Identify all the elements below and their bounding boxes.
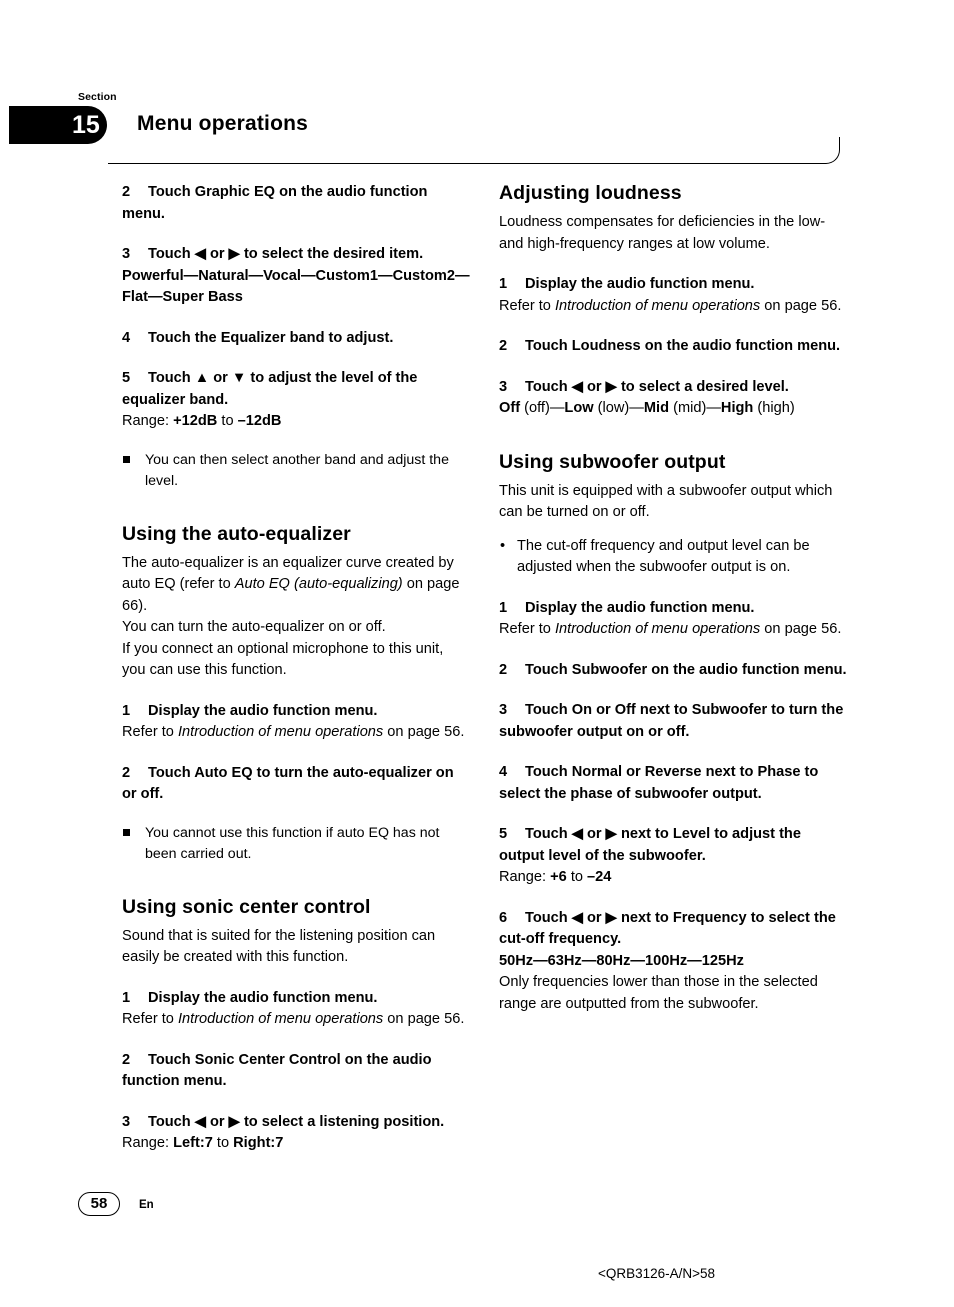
intro-paragraph: Loudness compensates for deficiencies in… (499, 214, 826, 252)
round-bullet-icon: • (500, 537, 506, 554)
refer-line: Refer to Introduction of menu operations… (122, 724, 465, 740)
step-item: 2 Touch Auto EQ to turn the auto-equalize… (122, 764, 454, 803)
page-number-badge: 58 (78, 1192, 120, 1216)
step-item: 1 Display the audio function menu. (122, 989, 378, 1006)
step-item: 2 Touch Loudness on the audio function me… (499, 338, 841, 354)
left-column: 2 Touch Graphic EQ on the audio function … (122, 182, 470, 1155)
intro-paragraph: This unit is equipped with a subwoofer o… (499, 482, 833, 521)
step-item: 1 Display the audio function menu. (122, 702, 378, 719)
note-item: You cannot use this function if auto EQ … (122, 823, 470, 865)
step-item: 4 Touch Normal or Reverse next to Phase t… (499, 764, 819, 802)
step-item: 5 Touch ▲ or ▼ to adjust the level of the… (122, 370, 418, 408)
option-list: Off (off)—Low (low)—Mid (mid)—High (high… (499, 400, 795, 416)
square-bullet-icon (123, 455, 130, 463)
document-code: <QRB3126-A/N>58 (598, 1266, 716, 1281)
square-bullet-icon (123, 828, 130, 836)
refer-line: Refer to Introduction of menu operations… (499, 297, 842, 314)
page-language: En (139, 1199, 154, 1211)
step-after-paragraph: Only frequencies lower than those in the… (499, 974, 818, 1012)
step-item: 4 Touch the Equalizer band to adjust. (122, 329, 394, 346)
step-item: 2 Touch Subwoofer on the audio function m… (499, 661, 847, 678)
note-item: You can then select another band and adj… (122, 450, 470, 492)
bullet-item: • The cut-off frequency and output level … (500, 537, 810, 576)
refer-line: Refer to Introduction of menu operations… (122, 1011, 465, 1027)
heading-adjusting-loudness: Adjusting loudness (499, 182, 682, 204)
range-line: Range: +12dB to –12dB (122, 413, 282, 429)
step-item: 6 Touch ◀ or ▶ next to Frequency to selec… (499, 909, 836, 948)
step-item: 2 Touch Graphic EQ on the audio function … (122, 184, 428, 222)
step-detail: Powerful—Natural—Vocal—Custom1—Custom2—F… (122, 267, 470, 306)
chapter-title: Menu operations (137, 112, 309, 135)
intro-paragraph: If you connect an optional microphone to… (122, 640, 444, 679)
range-line: Range: +6 to –24 (499, 869, 612, 885)
section-label: Section (78, 91, 117, 103)
step-item: 3 Touch ◀ or ▶ to select a desired level. (499, 378, 789, 395)
section-number: 15 (72, 111, 100, 139)
heading-using-sonic-center-control: Using sonic center control (122, 895, 371, 918)
refer-line: Refer to Introduction of menu operations… (499, 621, 842, 637)
step-item: 1 Display the audio function menu. (499, 599, 755, 616)
intro-paragraph: You can turn the auto-equalizer on or of… (122, 619, 386, 635)
heading-using-the-auto-equalizer: Using the auto-equalizer (122, 522, 351, 545)
step-detail: 50Hz—63Hz—80Hz—100Hz—125Hz (499, 952, 744, 969)
step-item: 3 Touch On or Off next to Subwoofer to tu… (499, 702, 844, 740)
right-column: Adjusting loudness Loudness compensates … (499, 182, 847, 1015)
step-item: 1 Display the audio function menu. (499, 276, 755, 292)
step-item: 3 Touch ◀ or ▶ to select a listening posi… (122, 1113, 445, 1130)
step-item: 3 Touch ◀ or ▶ to select the desired item… (122, 246, 424, 262)
range-line: Range: Left:7 to Right:7 (122, 1135, 284, 1151)
heading-using-subwoofer-output: Using subwoofer output (499, 450, 726, 473)
step-item: 2 Touch Sonic Center Control on the audio… (122, 1051, 432, 1090)
intro-paragraph: The auto-equalizer is an equalizer curve… (122, 554, 460, 614)
intro-paragraph: Sound that is suited for the listening p… (122, 927, 436, 966)
step-item: 5 Touch ◀ or ▶ next to Level to adjust th… (499, 826, 801, 864)
header-rule (108, 137, 840, 164)
